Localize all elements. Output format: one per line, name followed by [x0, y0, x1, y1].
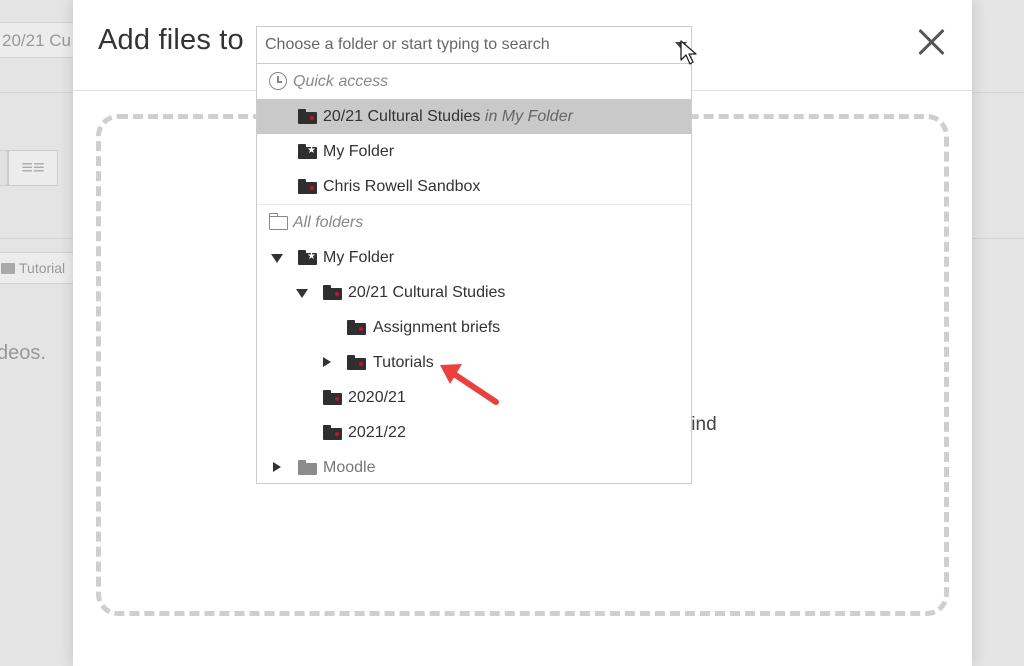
folder-icon [323, 425, 342, 440]
list-icon: ≡≡ [21, 157, 45, 179]
quick-access-item-cultural-studies[interactable]: 20/21 Cultural Studies in My Folder [257, 99, 691, 134]
starred-folder-icon: ★ [298, 144, 317, 159]
item-label: Assignment briefs [373, 319, 501, 336]
tree-item-2021-22[interactable]: 2021/22 [257, 415, 691, 450]
quick-access-label: Quick access [293, 73, 389, 90]
item-label: Moodle [323, 459, 376, 476]
collapse-triangle-icon[interactable] [323, 357, 331, 367]
collapse-triangle-icon[interactable] [273, 462, 281, 472]
folder-icon [323, 285, 342, 300]
tree-item-my-folder[interactable]: ★ My Folder [257, 240, 691, 275]
tree-item-moodle[interactable]: Moodle [257, 450, 691, 483]
background-tag-label: Tutorial [19, 260, 66, 276]
folder-icon [298, 460, 317, 475]
modal-title: Add files to [98, 24, 244, 56]
background-folder-tag: Tutorial [0, 252, 80, 284]
all-folders-label: All folders [293, 214, 364, 231]
expand-triangle-icon[interactable] [271, 254, 283, 263]
folder-search-input[interactable] [257, 27, 667, 63]
item-label: My Folder [323, 249, 395, 266]
folder-select[interactable] [256, 26, 692, 64]
tree-item-assignment-briefs[interactable]: Assignment briefs [257, 310, 691, 345]
folder-icon [298, 179, 317, 194]
item-label: 2020/21 [348, 389, 406, 406]
close-icon[interactable] [915, 26, 947, 58]
background-text: deos. [0, 342, 46, 364]
annotation-arrow-icon [440, 364, 499, 405]
folder-icon [347, 320, 366, 335]
quick-access-item-sandbox[interactable]: Chris Rowell Sandbox [257, 169, 691, 204]
folder-icon [298, 109, 317, 124]
folder-dropdown[interactable]: Quick access 20/21 Cultural Studies in M… [256, 63, 692, 484]
folder-icon [347, 355, 366, 370]
folder-outline-icon [268, 213, 288, 230]
clock-icon [269, 72, 287, 90]
folder-icon [1, 263, 15, 274]
all-folders-heading: All folders [257, 204, 691, 239]
item-label: Chris Rowell Sandbox [323, 178, 481, 195]
item-context: in My Folder [484, 108, 573, 125]
item-label: 2021/22 [348, 424, 406, 441]
quick-access-item-my-folder[interactable]: ★ My Folder [257, 134, 691, 169]
background-list-view-button: ≡≡ [8, 150, 58, 186]
tree-item-cultural-studies[interactable]: 20/21 Cultural Studies [257, 275, 691, 310]
item-label: My Folder [323, 143, 395, 160]
background-grid-view-button [0, 150, 8, 186]
item-label: 20/21 Cultural Studies [348, 284, 506, 301]
starred-folder-icon: ★ [298, 250, 317, 265]
quick-access-heading: Quick access [257, 64, 691, 99]
expand-triangle-icon[interactable] [296, 289, 308, 298]
item-label: Tutorials [373, 354, 434, 371]
folder-icon [323, 390, 342, 405]
item-label: 20/21 Cultural Studies [323, 108, 481, 125]
